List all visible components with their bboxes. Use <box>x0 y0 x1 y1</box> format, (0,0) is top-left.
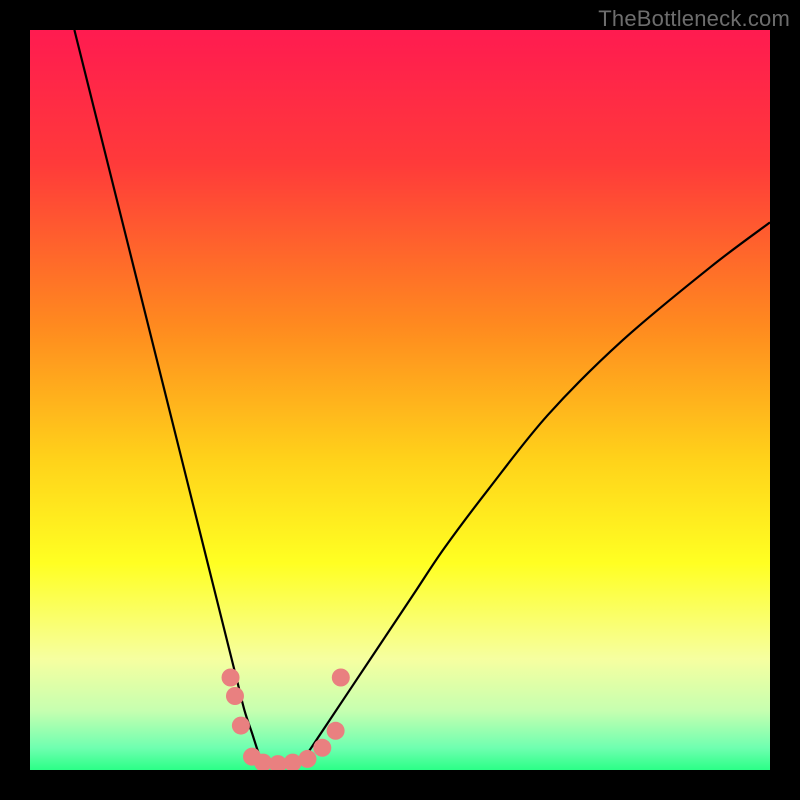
watermark-text: TheBottleneck.com <box>598 6 790 32</box>
valley-marker <box>222 669 240 687</box>
valley-marker <box>327 722 345 740</box>
valley-marker <box>226 687 244 705</box>
valley-marker <box>332 669 350 687</box>
bottleneck-chart <box>30 30 770 770</box>
gradient-background <box>30 30 770 770</box>
valley-marker <box>299 750 317 768</box>
chart-frame <box>30 30 770 770</box>
valley-marker <box>313 739 331 757</box>
valley-marker <box>232 717 250 735</box>
